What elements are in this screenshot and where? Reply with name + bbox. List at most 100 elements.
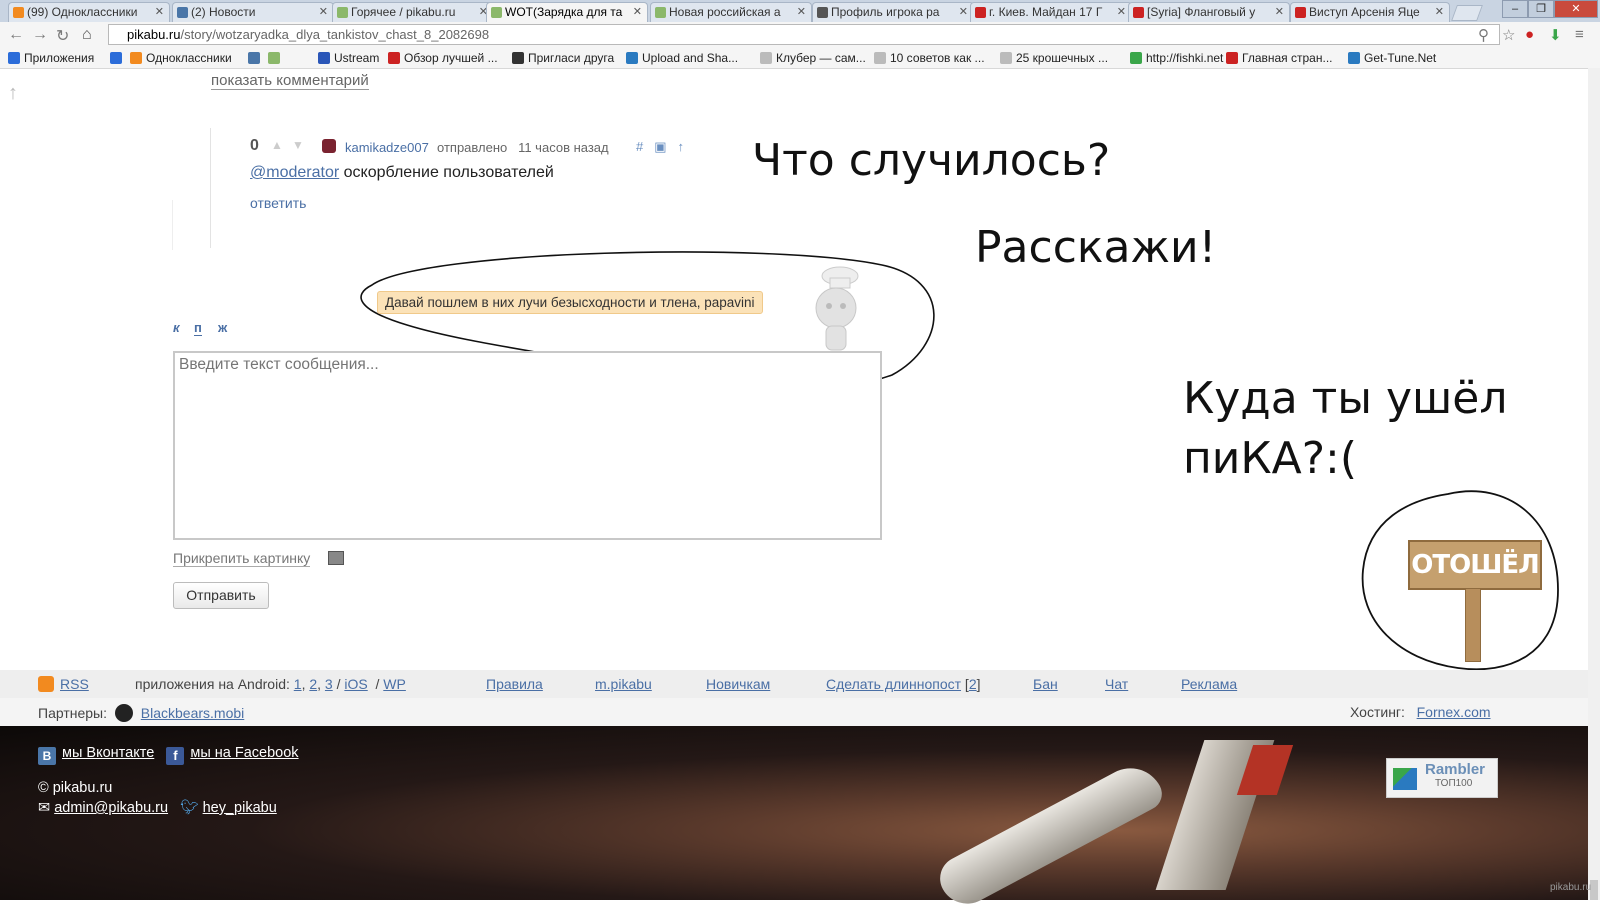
parent-arrow-icon[interactable]: ↑	[678, 139, 696, 154]
bookmark-favicon-icon	[760, 52, 772, 64]
minimize-button[interactable]: –	[1502, 0, 1528, 18]
maximize-button[interactable]: ❐	[1528, 0, 1554, 18]
newbies-link[interactable]: Новичкам	[706, 676, 770, 692]
menu-icon[interactable]: ≡	[1575, 26, 1584, 43]
tab[interactable]: WOT(Зарядка для та ✕	[486, 2, 648, 22]
close-tab-icon[interactable]: ✕	[1117, 5, 1126, 18]
bookmark-item[interactable]: Ustream	[318, 51, 379, 65]
show-comment-link[interactable]: показать комментарий	[211, 72, 369, 90]
partner-link[interactable]: Blackbears.mobi	[141, 705, 245, 721]
ban-link[interactable]: Бан	[1033, 676, 1058, 692]
close-window-button[interactable]: ✕	[1554, 0, 1598, 18]
tab[interactable]: (2) Новости ✕	[172, 2, 334, 22]
bookmark-item[interactable]: Upload and Sha...	[626, 51, 738, 65]
tab[interactable]: Горячее / pikabu.ru ✕	[332, 2, 494, 22]
email-link[interactable]: admin@pikabu.ru	[54, 800, 168, 816]
mail-icon: ✉	[38, 800, 51, 816]
bookmark-item[interactable]	[248, 51, 264, 65]
mobile-link[interactable]: m.pikabu	[595, 676, 652, 692]
tab[interactable]: [Syria] Фланговый у ✕	[1128, 2, 1290, 22]
scrollbar[interactable]	[1588, 68, 1600, 900]
chat-link[interactable]: Чат	[1105, 676, 1128, 692]
back-icon[interactable]: ←	[8, 26, 24, 44]
close-tab-icon[interactable]: ✕	[797, 5, 806, 18]
mention-link[interactable]: @moderator	[250, 164, 339, 181]
vk-link[interactable]: мы Вконтакте	[62, 745, 154, 761]
upvote-icon[interactable]: ▲	[271, 138, 283, 152]
comment-author[interactable]: kamikadze007	[345, 140, 429, 155]
bookmark-item[interactable]: Приложения	[8, 51, 94, 65]
close-tab-icon[interactable]: ✕	[319, 5, 328, 18]
reply-link[interactable]: ответить	[250, 195, 306, 211]
attach-image-link[interactable]: Прикрепить картинку	[173, 550, 311, 567]
tab[interactable]: г. Киев. Майдан 17 Г ✕	[970, 2, 1132, 22]
tab[interactable]: (99) Одноклассники ✕	[8, 2, 170, 22]
android-link-1[interactable]: 1	[294, 676, 302, 692]
bookmark-item[interactable]: Главная стран...	[1226, 51, 1332, 65]
android-link-2[interactable]: 2	[309, 676, 317, 692]
bold-button[interactable]: ж	[218, 320, 227, 335]
hosting-link[interactable]: Fornex.com	[1417, 704, 1491, 720]
tab-title: г. Киев. Майдан 17 Г	[989, 5, 1103, 19]
wp-link[interactable]: WP	[383, 676, 406, 692]
reload-icon[interactable]: ↻	[56, 26, 69, 46]
copyright: © pikabu.ru	[38, 780, 113, 796]
rambler-sub: ТОП100	[1435, 778, 1473, 789]
longpost-link[interactable]: Сделать длиннопост	[826, 676, 961, 692]
image-upload-icon[interactable]	[328, 551, 344, 565]
scroll-up-icon[interactable]: ↑	[8, 82, 18, 105]
bookmark-item[interactable]: http://fishki.net	[1130, 51, 1223, 65]
star-icon[interactable]: ☆	[1502, 26, 1515, 44]
scrollbar-thumb[interactable]	[1590, 880, 1598, 900]
italic-button[interactable]: к	[173, 320, 180, 335]
android-link-3[interactable]: 3	[325, 676, 333, 692]
bookmark-item[interactable]: 25 крошечных ...	[1000, 51, 1108, 65]
twitter-icon: 🐦︎	[180, 800, 199, 816]
bookmark-label: 25 крошечных ...	[1016, 51, 1109, 65]
home-icon[interactable]: ⌂	[82, 26, 92, 44]
comment-time: 11 часов назад	[518, 140, 609, 155]
send-button[interactable]: Отправить	[173, 582, 269, 609]
bookmark-item[interactable]	[110, 51, 126, 65]
tab[interactable]: Новая российская а ✕	[650, 2, 812, 22]
ads-link[interactable]: Реклама	[1181, 676, 1237, 692]
rules-link[interactable]: Правила	[486, 676, 543, 692]
zoom-icon[interactable]: ⚲	[1478, 26, 1489, 44]
bookmark-item[interactable]: Одноклассники	[130, 51, 232, 65]
downvote-icon[interactable]: ▼	[292, 138, 304, 152]
odnoklassniki-icon	[13, 7, 24, 18]
address-bar[interactable]: pikabu.ru/story/wotzaryadka_dlya_tankist…	[108, 24, 1500, 45]
close-tab-icon[interactable]: ✕	[959, 5, 968, 18]
close-tab-icon[interactable]: ✕	[1435, 5, 1444, 18]
rss-link[interactable]: RSS	[60, 676, 89, 692]
bookmark-item[interactable]: Get-Tune.Net	[1348, 51, 1436, 65]
longpost-count[interactable]: 2	[969, 676, 977, 692]
facebook-link[interactable]: мы на Facebook	[190, 745, 298, 761]
extension-icon[interactable]: ●	[1525, 26, 1534, 43]
bookmark-item[interactable]	[268, 51, 284, 65]
close-tab-icon[interactable]: ✕	[1275, 5, 1284, 18]
close-tab-icon[interactable]: ✕	[155, 5, 164, 18]
forward-icon[interactable]: →	[32, 26, 48, 44]
download-icon[interactable]: ⬇	[1549, 26, 1562, 44]
underline-button[interactable]: п	[194, 320, 202, 336]
bookmark-label: Обзор лучшей ...	[404, 51, 498, 65]
close-tab-icon[interactable]: ✕	[633, 5, 642, 18]
bookmark-label: Ustream	[334, 51, 380, 65]
tab[interactable]: Виступ Арсенія Яце ✕	[1290, 2, 1450, 22]
bookmark-favicon-icon	[1000, 52, 1012, 64]
bookmark-item[interactable]: 10 советов как ...	[874, 51, 985, 65]
message-textarea[interactable]	[173, 351, 882, 540]
twitter-link[interactable]: hey_pikabu	[203, 800, 277, 816]
rambler-top100-badge[interactable]: Rambler ТОП100	[1386, 758, 1498, 798]
tab-title: Профиль игрока ра	[831, 5, 940, 19]
hash-icon[interactable]: #	[636, 139, 654, 154]
bookmark-item[interactable]: Клубер — сам...	[760, 51, 866, 65]
bookmark-favicon-icon	[626, 52, 638, 64]
bookmark-item[interactable]: Пригласи друга	[512, 51, 614, 65]
ios-link[interactable]: iOS	[344, 676, 367, 692]
tab[interactable]: Профиль игрока ра ✕	[812, 2, 974, 22]
bookmark-item[interactable]: Обзор лучшей ...	[388, 51, 498, 65]
save-icon[interactable]: ▣	[654, 139, 677, 154]
url-host: pikabu.ru	[127, 27, 181, 42]
